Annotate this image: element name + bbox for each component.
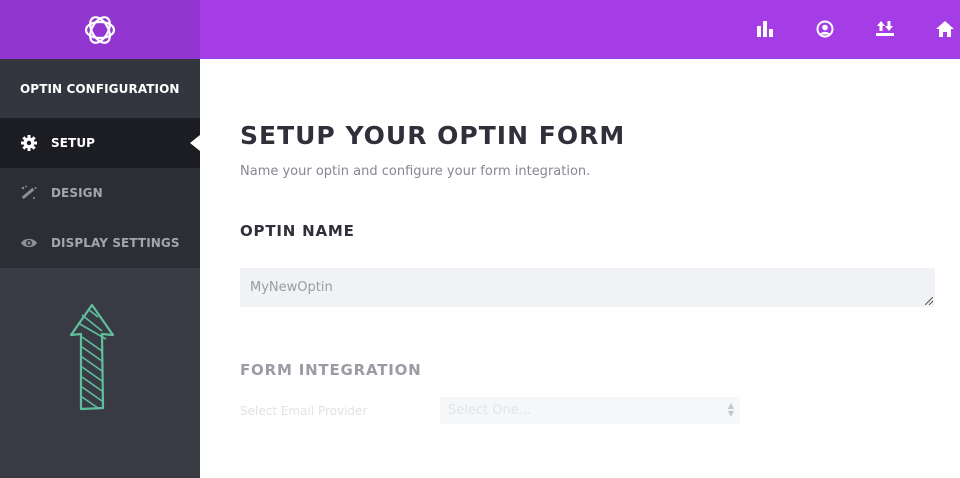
active-pointer (190, 135, 200, 151)
sidebar-header: OPTIN CONFIGURATION (0, 59, 200, 118)
bloom-logo-icon (84, 15, 116, 44)
magic-wand-icon (20, 184, 38, 202)
logo[interactable] (0, 0, 200, 59)
page-title: SETUP YOUR OPTIN FORM (240, 121, 626, 150)
email-provider-value: Select One... (448, 403, 532, 418)
eye-icon (20, 234, 38, 252)
bar-chart-icon[interactable] (754, 17, 776, 41)
sidebar-nav: SETUP DESIGN DISPLAY SETTINGS (0, 118, 200, 268)
form-integration-heading: FORM INTEGRATION (240, 361, 422, 379)
home-icon[interactable] (934, 17, 956, 41)
sidebar-item-design[interactable]: DESIGN (0, 168, 200, 218)
sidebar: OPTIN CONFIGURATION SETUP DESIGN DISPLAY… (0, 59, 200, 478)
sidebar-item-label: DESIGN (51, 186, 103, 200)
resize-handle-icon[interactable] (925, 297, 933, 305)
top-bar (0, 0, 960, 59)
optin-name-heading: OPTIN NAME (240, 222, 355, 240)
sidebar-item-setup[interactable]: SETUP (0, 118, 200, 168)
email-provider-select[interactable]: Select One... ▲ ▼ (440, 397, 740, 424)
sidebar-item-display-settings[interactable]: DISPLAY SETTINGS (0, 218, 200, 268)
import-export-icon[interactable] (874, 17, 896, 41)
optin-name-value: MyNewOptin (250, 280, 333, 295)
gear-icon (20, 134, 38, 152)
sidebar-item-label: SETUP (51, 136, 96, 150)
sidebar-item-label: DISPLAY SETTINGS (51, 236, 180, 250)
select-updown-icon: ▲ ▼ (727, 401, 734, 418)
email-provider-label: Select Email Provider (240, 404, 368, 418)
user-circle-icon[interactable] (814, 17, 836, 41)
optin-name-input[interactable]: MyNewOptin (240, 268, 935, 307)
hand-drawn-arrow-icon (69, 303, 115, 411)
sidebar-title: OPTIN CONFIGURATION (20, 81, 180, 96)
page-subtitle: Name your optin and configure your form … (240, 164, 591, 179)
